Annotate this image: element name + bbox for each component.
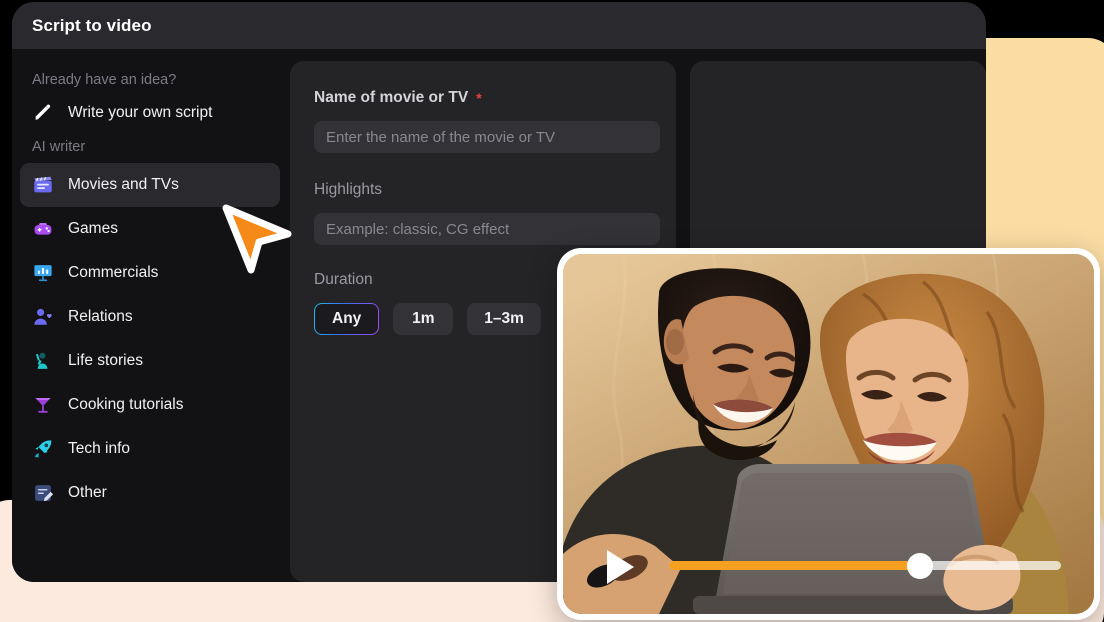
duration-option-1m[interactable]: 1m (393, 303, 453, 335)
sidebar-item-label: Commercials (68, 264, 158, 282)
sidebar-item-tech-info[interactable]: Tech info (20, 427, 280, 471)
cocktail-glass-icon (32, 394, 54, 416)
sidebar-item-life-stories[interactable]: Life stories (20, 339, 280, 383)
clapperboard-icon (32, 174, 54, 196)
sidebar: Already have an idea? Write your own scr… (12, 49, 288, 582)
screenshot-root: Script to video Already have an idea? Wr… (0, 0, 1104, 622)
sidebar-item-label: Write your own script (68, 104, 212, 122)
sidebar-item-cooking-tutorials[interactable]: Cooking tutorials (20, 383, 280, 427)
video-progress-thumb[interactable] (907, 553, 933, 579)
window-titlebar: Script to video (12, 2, 986, 49)
movie-name-input[interactable] (314, 121, 660, 153)
sidebar-item-label: Movies and TVs (68, 176, 179, 194)
duration-option-any[interactable]: Any (314, 303, 379, 335)
sidebar-item-label: Tech info (68, 440, 130, 458)
required-asterisk: * (476, 91, 481, 105)
sidebar-item-other[interactable]: Other (20, 471, 280, 515)
highlights-field-label: Highlights (314, 181, 652, 199)
rocket-icon (32, 438, 54, 460)
duration-option-1-3m[interactable]: 1–3m (467, 303, 541, 335)
sidebar-item-write-your-own-script[interactable]: Write your own script (20, 96, 280, 130)
video-thumbnail (563, 254, 1094, 614)
person-heart-icon (32, 306, 54, 328)
presentation-chart-icon (32, 262, 54, 284)
sidebar-item-label: Life stories (68, 352, 143, 370)
window-title: Script to video (32, 16, 152, 36)
sidebar-item-label: Relations (68, 308, 133, 326)
name-field-label: Name of movie or TV * (314, 89, 652, 107)
sidebar-item-label: Other (68, 484, 107, 502)
gamepad-icon (32, 218, 54, 240)
sidebar-item-label: Games (68, 220, 118, 238)
sidebar-item-relations[interactable]: Relations (20, 295, 280, 339)
sidebar-item-label: Cooking tutorials (68, 396, 183, 414)
person-waving-icon (32, 350, 54, 372)
video-progress-bar[interactable] (669, 561, 1061, 570)
pencil-icon (32, 102, 54, 124)
video-progress-fill (669, 561, 920, 570)
sidebar-section-ai-writer: AI writer (12, 130, 288, 161)
video-preview-card[interactable] (557, 248, 1100, 620)
name-field-label-text: Name of movie or TV (314, 89, 468, 107)
video-thumbnail-image (563, 254, 1094, 614)
play-icon[interactable] (607, 550, 634, 584)
highlights-field-label-text: Highlights (314, 181, 382, 199)
arrow-cursor-icon (212, 196, 296, 280)
duration-label-text: Duration (314, 271, 373, 289)
highlights-input[interactable] (314, 213, 660, 245)
note-pencil-icon (32, 482, 54, 504)
sidebar-section-idea: Already have an idea? (12, 63, 288, 94)
